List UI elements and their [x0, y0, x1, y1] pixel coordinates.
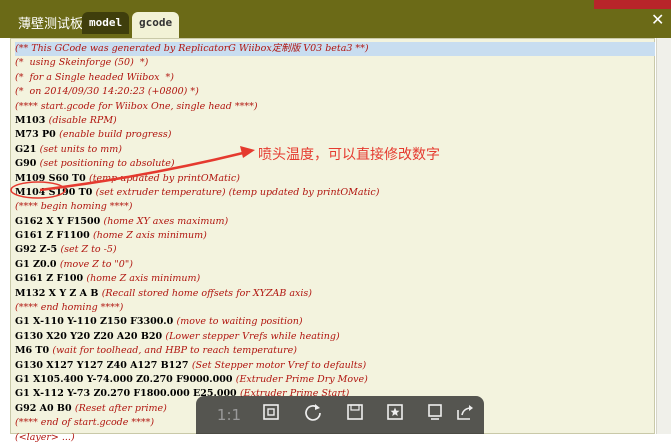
vertical-scrollbar[interactable]: [656, 38, 671, 434]
code-line: M103 (disable RPM): [15, 114, 655, 128]
fit-screen-icon[interactable]: [258, 402, 284, 428]
code-command: G1 Z0.0: [15, 258, 60, 270]
tab-model[interactable]: model: [82, 12, 130, 34]
actual-size-button[interactable]: 1:1: [216, 402, 242, 428]
code-line: (* on 2014/09/30 14:20:23 (+0800) *): [15, 85, 655, 99]
tab-gcode[interactable]: gcode: [132, 12, 180, 38]
code-line: (* using Skeinforge (50) *): [15, 56, 655, 70]
code-comment: (set units to mm): [39, 143, 122, 155]
code-command: M73 P0: [15, 129, 60, 141]
code-command: M132 X Y Z A B: [15, 287, 102, 299]
code-command: G90: [15, 158, 40, 170]
code-comment: (Extruder Prime Dry Move): [235, 373, 368, 385]
code-command: M103: [15, 114, 49, 126]
code-command: G1 X-110 Y-110 Z150 F3300.0: [15, 316, 177, 328]
code-line: G161 Z F1100 (home Z axis minimum): [15, 229, 655, 243]
rotate-icon[interactable]: [300, 402, 326, 428]
code-line: G1 X-110 Y-110 Z150 F3300.0 (move to wai…: [15, 315, 655, 329]
save-icon[interactable]: [342, 402, 368, 428]
window-title: 薄壁测试板: [18, 17, 84, 32]
code-comment: (**** start.gcode for Wiibox One, single…: [15, 100, 258, 112]
code-comment: (home Z axis minimum): [86, 273, 201, 285]
code-line: (** This GCode was generated by Replicat…: [15, 42, 655, 57]
code-line: G130 X20 Y20 Z20 A20 B20 (Lower stepper …: [15, 330, 655, 344]
code-command: M109 S60 T0: [15, 172, 90, 184]
code-comment: (**** end of start.gcode ****): [15, 417, 155, 429]
share-icon[interactable]: [452, 402, 478, 428]
code-command: M6 T0: [15, 345, 53, 357]
code-line: G1 X105.400 Y-74.000 Z0.270 F9000.000 (E…: [15, 373, 655, 387]
code-command: M104 S190 T0: [15, 186, 96, 198]
code-comment: (set positioning to absolute): [39, 158, 175, 170]
code-comment: (move to waiting position): [176, 316, 303, 328]
code-command: G162 X Y F1500: [15, 215, 104, 227]
code-comment: (home XY axes maximum): [103, 215, 229, 227]
code-line: (**** start.gcode for Wiibox One, single…: [15, 100, 655, 114]
code-line: (**** end homing ****): [15, 301, 655, 315]
code-comment: (temp updated by printOMatic): [89, 172, 240, 184]
favorite-icon[interactable]: [382, 402, 408, 428]
image-viewer-toolbar: 1:1: [196, 396, 484, 434]
code-line: G130 X127 Y127 Z40 A127 B127 (Set Steppe…: [15, 359, 655, 373]
code-comment: (wait for toolhead, and HBP to reach tem…: [52, 345, 297, 357]
code-command: G130 X127 Y127 Z40 A127 B127: [15, 359, 192, 371]
code-line: G161 Z F100 (home Z axis minimum): [15, 272, 655, 286]
code-comment: (Recall stored home offsets for XYZAB ax…: [101, 287, 313, 299]
code-command: G92 A0 B0: [15, 402, 75, 414]
code-line: M6 T0 (wait for toolhead, and HBP to rea…: [15, 344, 655, 358]
code-comment: (**** end homing ****): [15, 302, 124, 314]
code-comment: (* for a Single headed Wiibox *): [15, 71, 174, 83]
code-comment: (Lower stepper Vrefs while heating): [165, 330, 340, 342]
gcode-editor[interactable]: (** This GCode was generated by Replicat…: [10, 38, 655, 443]
code-line: G162 X Y F1500 (home XY axes maximum): [15, 215, 655, 229]
code-comment: (set extruder temperature) (temp updated…: [95, 186, 380, 198]
code-command: G161 Z F1100: [15, 230, 93, 242]
title-bar: 薄壁测试板 model gcode ✕: [0, 0, 671, 38]
code-command: G130 X20 Y20 Z20 A20 B20: [15, 330, 166, 342]
code-comment: (home Z axis minimum): [93, 230, 207, 242]
background-strip: [594, 0, 671, 9]
code-comment: (move Z to "0"): [59, 258, 133, 270]
code-comment: (set Z to -5): [60, 244, 117, 256]
code-line: M132 X Y Z A B (Recall stored home offse…: [15, 287, 655, 301]
annotation-text: 喷头温度，可以直接修改数字: [258, 147, 440, 163]
code-line: (**** begin homing ****): [15, 200, 655, 214]
code-line: M73 P0 (enable build progress): [15, 128, 655, 142]
code-comment: (* using Skeinforge (50) *): [15, 57, 149, 69]
code-command: G21: [15, 143, 40, 155]
close-button[interactable]: ✕: [651, 10, 664, 29]
code-line: M109 S60 T0 (temp updated by printOMatic…: [15, 172, 655, 186]
code-command: G161 Z F100: [15, 273, 87, 285]
code-comment: (Set Stepper motor Vref to defaults): [191, 359, 367, 371]
code-command: G1 X105.400 Y-74.000 Z0.270 F9000.000: [15, 373, 236, 385]
code-comment: (enable build progress): [59, 129, 172, 141]
code-comment: (Reset after prime): [74, 402, 167, 414]
copy-icon[interactable]: [422, 402, 448, 428]
code-comment: (* on 2014/09/30 14:20:23 (+0800) *): [15, 86, 199, 98]
code-line: G92 Z-5 (set Z to -5): [15, 243, 655, 257]
code-line: M104 S190 T0 (set extruder temperature) …: [15, 186, 655, 200]
code-lines: (** This GCode was generated by Replicat…: [15, 42, 655, 445]
code-line: G1 Z0.0 (move Z to "0"): [15, 258, 655, 272]
code-comment: (**** begin homing ****): [15, 201, 133, 213]
code-line: (* for a Single headed Wiibox *): [15, 71, 655, 85]
code-comment: (disable RPM): [48, 114, 117, 126]
code-command: G92 Z-5: [15, 244, 61, 256]
code-comment: (<layer> ...): [15, 431, 75, 443]
code-comment: (** This GCode was generated by Replicat…: [15, 43, 369, 54]
